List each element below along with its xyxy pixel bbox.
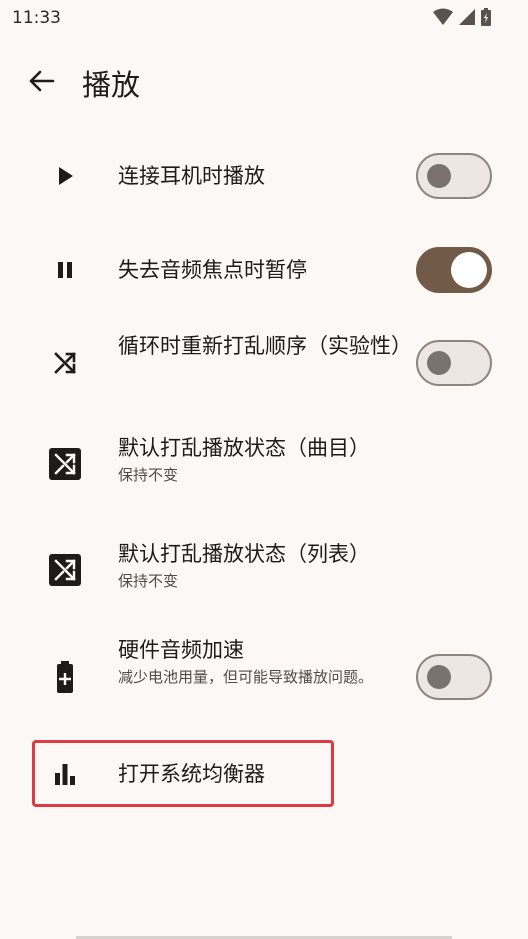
setting-pause-on-focus-loss[interactable]: 失去音频焦点时暂停 <box>0 234 528 306</box>
play-on-headset-switch[interactable] <box>416 153 492 199</box>
reshuffle-on-loop-switch[interactable] <box>416 340 492 386</box>
setting-title: 循环时重新打乱顺序（实验性） <box>118 334 412 358</box>
battery-plus-icon <box>48 660 82 694</box>
switch-knob <box>427 163 451 188</box>
setting-hardware-audio-acceleration[interactable]: 硬件音频加速 减少电池用量，但可能导致播放问题。 <box>0 630 528 726</box>
shuffle-box-icon <box>48 447 82 481</box>
page-title: 播放 <box>82 68 141 102</box>
shuffle-icon <box>48 346 82 380</box>
app-bar: 播放 <box>0 52 528 112</box>
status-icons <box>432 7 492 31</box>
hardware-audio-acceleration-switch[interactable] <box>416 654 492 700</box>
setting-subtitle: 减少电池用量，但可能导致播放问题。 <box>118 668 374 686</box>
setting-default-shuffle-lists[interactable]: 默认打乱播放状态（列表） 保持不变 <box>0 534 528 624</box>
setting-play-on-headset[interactable]: 连接耳机时播放 <box>0 140 528 212</box>
pause-icon <box>48 253 82 287</box>
status-time: 11:33 <box>12 8 61 28</box>
setting-open-system-equalizer[interactable]: 打开系统均衡器 <box>0 742 528 806</box>
setting-title: 硬件音频加速 <box>118 638 244 662</box>
setting-title: 默认打乱播放状态（曲目） <box>118 436 370 460</box>
setting-title: 失去音频焦点时暂停 <box>118 258 307 282</box>
play-icon <box>48 159 82 193</box>
setting-title: 连接耳机时播放 <box>118 164 265 188</box>
wifi-icon <box>432 7 454 31</box>
equalizer-icon <box>48 757 82 791</box>
setting-subtitle: 保持不变 <box>118 572 179 590</box>
shuffle-box-icon <box>48 553 82 587</box>
back-button[interactable] <box>24 66 58 100</box>
setting-title: 默认打乱播放状态（列表） <box>118 542 370 566</box>
setting-subtitle: 保持不变 <box>118 466 179 484</box>
switch-knob <box>427 664 451 689</box>
setting-title: 打开系统均衡器 <box>118 762 265 786</box>
status-bar: 11:33 <box>0 0 528 36</box>
arrow-left-icon <box>27 67 55 99</box>
pause-on-focus-loss-switch[interactable] <box>416 247 492 293</box>
battery-icon <box>480 7 492 31</box>
switch-knob <box>451 251 487 288</box>
switch-knob <box>427 350 451 375</box>
signal-icon <box>458 7 476 31</box>
setting-reshuffle-on-loop[interactable]: 循环时重新打乱顺序（实验性） <box>0 320 528 406</box>
setting-default-shuffle-tracks[interactable]: 默认打乱播放状态（曲目） 保持不变 <box>0 428 528 518</box>
